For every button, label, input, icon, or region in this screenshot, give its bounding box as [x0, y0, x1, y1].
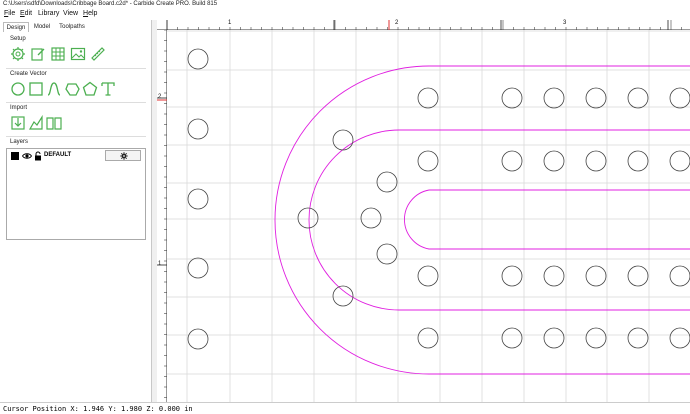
toolpath-line — [274, 65, 690, 375]
menu-bar: File Edit Library View Help — [0, 9, 690, 20]
peg-hole — [417, 150, 439, 172]
status-bar: Cursor Position X: 1.946 Y: 1.980 Z: 0.0… — [0, 402, 690, 414]
peg-hole — [501, 327, 523, 349]
circle-icon[interactable] — [10, 81, 26, 97]
design-canvas[interactable] — [157, 20, 690, 402]
image-icon[interactable] — [70, 46, 86, 62]
menu-view[interactable]: View — [63, 10, 78, 17]
peg-hole — [501, 87, 523, 109]
section-import-label: Import — [10, 105, 28, 111]
ruler-top-label-3: 3 — [563, 20, 567, 26]
gear-icon — [120, 152, 128, 160]
menu-edit[interactable]: Edit — [20, 10, 32, 17]
peg-hole — [669, 265, 690, 287]
peg-hole — [376, 171, 398, 193]
text-icon[interactable] — [100, 81, 116, 97]
tab-design[interactable]: Design — [3, 22, 29, 32]
toolpath-line — [308, 129, 690, 311]
book-icon[interactable] — [46, 115, 62, 131]
peg-hole — [627, 87, 649, 109]
toolpath-line — [404, 189, 690, 250]
divider — [6, 68, 146, 69]
edit-document-icon[interactable] — [30, 46, 46, 62]
peg-hole — [543, 265, 565, 287]
peg-hole — [376, 243, 398, 265]
peg-hole — [297, 207, 319, 229]
import-icon[interactable] — [10, 115, 26, 131]
section-setup-label: Setup — [10, 36, 26, 42]
title-bar: C:\Users\sdfd\Downloads\Cribbage Board.c… — [0, 0, 690, 9]
polygon-icon[interactable] — [64, 81, 80, 97]
peg-hole — [669, 87, 690, 109]
peg-hole — [360, 207, 382, 229]
section-layers-label: Layers — [10, 139, 29, 145]
left-panel: Design Model Toolpaths Setup Create Vect… — [0, 20, 152, 402]
divider — [6, 102, 146, 103]
ruler-top: 1 2 3 — [157, 20, 690, 30]
peg-hole — [543, 327, 565, 349]
peg-hole — [585, 87, 607, 109]
peg-hole — [417, 265, 439, 287]
gear-settings-icon[interactable] — [10, 46, 26, 62]
section-create-vector-label: Create Vector — [10, 71, 47, 77]
pentagon-icon[interactable] — [82, 81, 98, 97]
menu-file[interactable]: File — [4, 10, 15, 17]
grid-icon[interactable] — [50, 46, 66, 62]
peg-hole — [627, 265, 649, 287]
menu-library[interactable]: Library — [38, 10, 59, 17]
peg-hole — [332, 129, 354, 151]
canvas-drawing — [167, 30, 690, 402]
peg-hole — [501, 265, 523, 287]
peg-hole — [585, 327, 607, 349]
rectangle-icon[interactable] — [28, 81, 44, 97]
peg-hole — [627, 150, 649, 172]
tab-model[interactable]: Model — [30, 22, 54, 32]
trace-icon[interactable] — [28, 115, 44, 131]
peg-hole — [187, 188, 209, 210]
peg-hole — [187, 328, 209, 350]
peg-hole — [543, 150, 565, 172]
ruler-left-label-1: 1 — [158, 261, 162, 267]
ruler-top-label-1: 1 — [228, 20, 232, 26]
lock-icon[interactable] — [34, 151, 42, 161]
layer-row[interactable]: DEFAULT — [9, 150, 144, 161]
peg-hole — [187, 48, 209, 70]
cursor-position-readout: Cursor Position X: 1.946 Y: 1.980 Z: 0.0… — [3, 405, 193, 413]
window-title: C:\Users\sdfd\Downloads\Cribbage Board.c… — [3, 1, 218, 7]
layer-name: DEFAULT — [44, 152, 72, 158]
peg-hole — [417, 327, 439, 349]
ruler-left: 2 1 — [157, 30, 167, 402]
ruler-icon[interactable] — [90, 46, 106, 62]
peg-hole — [627, 327, 649, 349]
ruler-left-ticks — [157, 30, 167, 398]
peg-hole — [669, 327, 690, 349]
ruler-top-label-2: 2 — [395, 20, 399, 26]
visibility-eye-icon[interactable] — [22, 151, 32, 161]
peg-hole — [187, 257, 209, 279]
tab-toolpaths[interactable]: Toolpaths — [56, 22, 88, 32]
peg-hole — [585, 150, 607, 172]
ruler-left-label-2: 2 — [158, 94, 162, 100]
tab-bar: Design Model Toolpaths — [0, 22, 152, 32]
curve-icon[interactable] — [46, 81, 62, 97]
ruler-top-ticks — [166, 20, 682, 30]
peg-hole — [585, 265, 607, 287]
peg-hole — [187, 118, 209, 140]
peg-hole — [501, 150, 523, 172]
peg-hole — [417, 87, 439, 109]
menu-help[interactable]: Help — [83, 10, 97, 17]
divider — [6, 136, 146, 137]
layer-color-swatch[interactable] — [11, 152, 19, 160]
peg-hole — [669, 150, 690, 172]
layers-list: DEFAULT — [6, 148, 146, 240]
peg-hole — [543, 87, 565, 109]
layer-settings-button[interactable] — [105, 150, 141, 161]
